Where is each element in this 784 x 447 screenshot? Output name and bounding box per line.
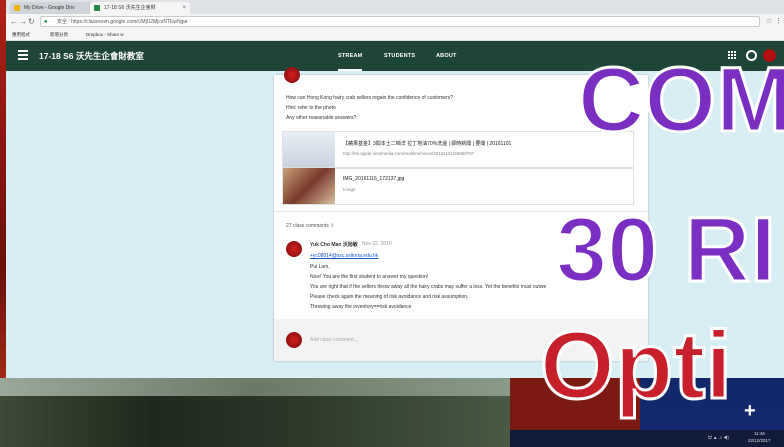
attachment-title: 【蘋果基金】3間本土二噸洋 拉丁地油70%洗邊 | 即時新聞 | 要聞 | 20… xyxy=(343,141,512,147)
drive-icon xyxy=(14,5,20,11)
windows-taskbar: ᗢ ▲ ♫ ◀) 11:46 22/12/2017 xyxy=(510,430,784,447)
tab-classroom[interactable]: 17-18 S6 沃先生企會財 × xyxy=(90,2,190,14)
mention-link[interactable]: +yc08014@ssc.ssltorta.edu.hk xyxy=(310,253,378,259)
comment-line: Nice! You are the first student to answe… xyxy=(310,274,429,280)
add-comment-input[interactable]: Add class comment... xyxy=(310,337,358,343)
lock-icon: ● xyxy=(44,19,48,25)
tab-students[interactable]: STUDENTS xyxy=(384,41,415,71)
back-icon[interactable]: ← xyxy=(10,17,18,26)
comment-date: Nov 22, 2016 xyxy=(362,241,392,247)
reload-icon[interactable]: ↻ xyxy=(28,17,35,26)
link-thumbnail xyxy=(283,132,335,168)
post-text-line: Any other reasonable answers? xyxy=(286,115,357,121)
image-thumbnail xyxy=(283,168,335,204)
background-photo xyxy=(0,378,510,447)
post-text-line: How can Hong Kong hairy crab sellers reg… xyxy=(286,95,454,101)
tab-my-drive[interactable]: My Drive - Google Driv × xyxy=(10,2,102,14)
tab-title: 17-18 S6 沃先生企會財 xyxy=(104,5,156,11)
bookmark-new-tab[interactable]: 新增分頁 xyxy=(50,30,68,40)
comment-author: Yuk Cho Man 沃旭敏 xyxy=(310,242,358,248)
comment-line: Throwing away the inventory==risk avoida… xyxy=(310,304,412,310)
comment-line: Please check again the meaning of risk a… xyxy=(310,294,469,300)
photo-sky xyxy=(0,378,510,396)
tab-about[interactable]: ABOUT xyxy=(436,41,457,71)
address-bar-row: ← → ↻ ● 安全 | https://classroom.google.co… xyxy=(6,14,784,31)
tray-icons[interactable]: ᗢ ▲ ♫ ◀) xyxy=(708,435,729,440)
overlay-title-line2: 30 RI xyxy=(555,199,778,301)
hamburger-menu-icon[interactable] xyxy=(18,50,28,60)
close-icon[interactable]: × xyxy=(182,2,186,14)
url-text: https://classroom.google.com/c/MjU2MjcxN… xyxy=(71,19,188,25)
comment-line: Pui Lam, xyxy=(310,264,330,270)
tab-bar: My Drive - Google Driv × 17-18 S6 沃先生企會財… xyxy=(6,0,784,14)
attachment-title: IMG_20161116_172137.jpg xyxy=(343,176,405,182)
overlay-title-line1: COM xyxy=(577,49,784,151)
overlay-title-line3: Opti xyxy=(539,312,734,419)
comment-line: You are right that if the sellers throw … xyxy=(310,284,547,290)
bookmarks-bar: 應用程式 新增分頁 Dropbox - Share w xyxy=(6,30,784,41)
comment-count[interactable]: 27 class comments ⇕ xyxy=(286,223,334,229)
bookmark-dropbox[interactable]: Dropbox - Share w xyxy=(86,30,124,40)
classroom-icon xyxy=(94,5,100,11)
forward-icon[interactable]: → xyxy=(19,17,27,26)
post-text-line: Hint: refer to the photo xyxy=(286,105,336,111)
clock-time[interactable]: 11:46 xyxy=(754,431,765,436)
star-icon[interactable]: ☆ xyxy=(766,17,772,25)
menu-icon[interactable]: ⋮ xyxy=(775,17,782,25)
plus-icon: + xyxy=(744,400,756,422)
clock-date[interactable]: 22/12/2017 xyxy=(748,438,771,443)
comment-author-avatar xyxy=(286,241,302,257)
post-author-avatar xyxy=(284,67,300,83)
attachment-url: http://hk.apple.nextmedia.com/realtime/n… xyxy=(343,151,475,156)
tab-title: My Drive - Google Driv xyxy=(24,5,75,11)
expand-icon[interactable]: ⇕ xyxy=(330,223,334,229)
secure-label: 安全 xyxy=(57,19,68,25)
bookmark-apps[interactable]: 應用程式 xyxy=(12,30,30,40)
attachment-type: Image xyxy=(343,187,356,192)
comment-count-label: 27 class comments xyxy=(286,223,329,229)
url-input[interactable]: ● 安全 | https://classroom.google.com/c/Mj… xyxy=(40,16,760,27)
class-title[interactable]: 17-18 S6 沃先生企會財教室 xyxy=(39,41,144,71)
my-avatar xyxy=(286,332,302,348)
tab-stream[interactable]: STREAM xyxy=(338,41,363,71)
